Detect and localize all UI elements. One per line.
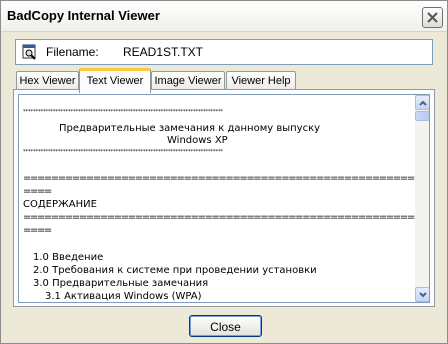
list-item: 3.1 Активация Windows (WPA): [45, 291, 202, 302]
close-button[interactable]: Close: [189, 315, 262, 337]
vertical-scrollbar[interactable]: [415, 95, 429, 302]
filename-value: READ1ST.TXT: [123, 45, 204, 59]
filename-label: Filename:: [46, 45, 99, 59]
tab-hex-viewer[interactable]: Hex Viewer: [16, 71, 79, 90]
rule-tail: ====: [23, 225, 52, 236]
stars-line: ****************************************…: [23, 109, 223, 115]
magnifier-document-icon: [22, 44, 36, 60]
heading-line-2: Windows XP: [167, 135, 228, 146]
contents-heading: СОДЕРЖАНИЕ: [23, 199, 97, 210]
title-bar: BadCopy Internal Viewer: [1, 1, 447, 32]
scroll-up-button[interactable]: [415, 95, 429, 110]
scroll-thumb[interactable]: [415, 111, 429, 121]
tab-image-viewer[interactable]: Image Viewer: [151, 71, 225, 90]
tab-label: Viewer Help: [231, 75, 291, 87]
filename-box: Filename: READ1ST.TXT: [15, 39, 433, 65]
list-item: 3.0 Предварительные замечания: [33, 278, 209, 289]
close-icon: [427, 12, 438, 23]
text-viewer-area[interactable]: ****************************************…: [18, 94, 430, 303]
heading-line-1: Предварительные замечания к данному выпу…: [59, 123, 321, 134]
tab-label: Hex Viewer: [19, 75, 76, 87]
list-item: 1.0 Введение: [33, 252, 104, 263]
tab-text-viewer[interactable]: Text Viewer: [79, 68, 151, 93]
rule-tail: ====: [23, 186, 52, 197]
chevron-down-icon: [419, 292, 427, 298]
rule-line: ========================================…: [23, 212, 415, 223]
tab-label: Text Viewer: [86, 75, 144, 87]
window-title: BadCopy Internal Viewer: [7, 8, 160, 23]
tab-label: Image Viewer: [154, 75, 222, 87]
list-item: 2.0 Требования к системе при проведении …: [33, 265, 317, 276]
text-viewer-panel: ****************************************…: [13, 89, 435, 307]
chevron-up-icon: [419, 100, 427, 106]
viewer-window: BadCopy Internal Viewer Filename: READ1S…: [0, 0, 448, 344]
rule-line: ========================================…: [23, 173, 415, 184]
close-window-button[interactable]: [422, 7, 443, 28]
scroll-down-button[interactable]: [415, 287, 429, 302]
stars-line: ****************************************…: [23, 149, 223, 155]
tab-viewer-help[interactable]: Viewer Help: [226, 71, 296, 90]
text-content: ****************************************…: [19, 95, 415, 302]
